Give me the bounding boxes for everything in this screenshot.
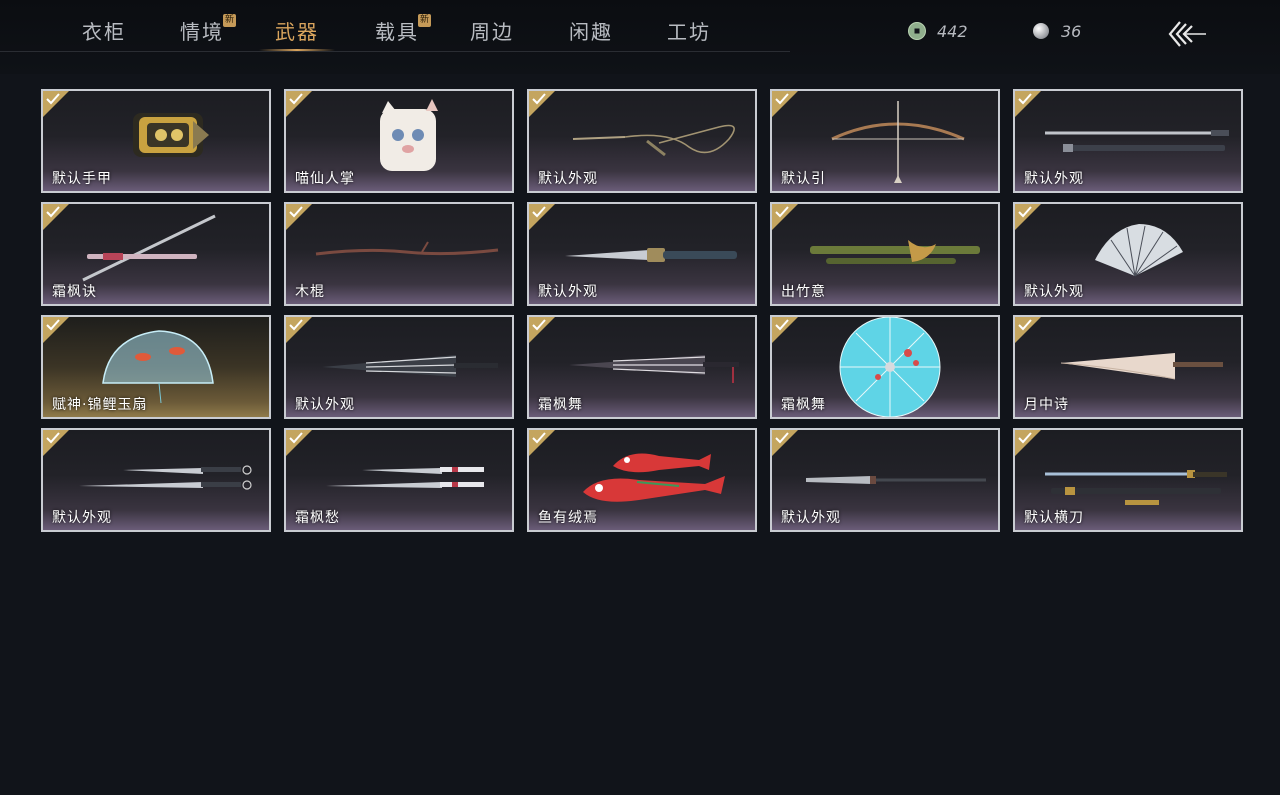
weapon-name: 出竹意: [781, 284, 826, 300]
check-icon: [46, 319, 60, 331]
check-icon: [46, 432, 60, 444]
weapon-card[interactable]: 出竹意: [770, 202, 1000, 306]
weapon-card[interactable]: 默认外观: [1013, 89, 1243, 193]
weapon-name: 霜枫舞: [538, 397, 583, 413]
tab-weapons[interactable]: 武器: [259, 16, 335, 51]
weapon-card[interactable]: 默认外观: [770, 428, 1000, 532]
weapon-name: 喵仙人掌: [295, 171, 355, 187]
tab-label: 情境: [180, 20, 224, 44]
check-icon: [1018, 432, 1032, 444]
check-icon: [289, 319, 303, 331]
weapon-card[interactable]: 默认引: [770, 89, 1000, 193]
weapon-card[interactable]: 赋神·锦鲤玉扇: [41, 315, 271, 419]
weapon-name: 默认引: [781, 171, 826, 187]
pearl-currency: 36: [1031, 20, 1081, 42]
check-icon: [1018, 319, 1032, 331]
weapon-name: 木棍: [295, 284, 325, 300]
weapon-card[interactable]: 默认外观: [41, 428, 271, 532]
tab-label: 闲趣: [569, 20, 613, 44]
weapon-name: 霜枫诀: [52, 284, 97, 300]
tab-vehicles[interactable]: 载具 新: [375, 14, 431, 50]
weapon-card[interactable]: 默认外观: [527, 89, 757, 193]
check-icon: [289, 206, 303, 218]
weapon-card[interactable]: 默认外观: [1013, 202, 1243, 306]
weapon-card[interactable]: 霜枫舞: [770, 315, 1000, 419]
check-icon: [289, 432, 303, 444]
new-badge: 新: [223, 14, 236, 27]
jade-amount: 442: [937, 21, 968, 41]
tab-label: 武器: [275, 20, 319, 44]
jade-coin-icon: [908, 22, 926, 40]
tab-label: 周边: [470, 20, 514, 44]
weapon-name: 霜枫愁: [295, 510, 340, 526]
weapon-card[interactable]: 默认外观: [527, 202, 757, 306]
weapon-card[interactable]: 霜枫愁: [284, 428, 514, 532]
tab-label: 载具: [375, 20, 419, 44]
weapon-grid: 默认手甲 喵仙人掌 默认外观 默认引 默认外观 霜枫诀 木棍 默认外观 出竹意 …: [41, 89, 1243, 532]
tab-surroundings[interactable]: 周边: [470, 16, 514, 50]
check-icon: [1018, 93, 1032, 105]
weapon-name: 默认外观: [1024, 284, 1084, 300]
pearl-icon: [1033, 23, 1049, 39]
weapon-card[interactable]: 默认手甲: [41, 89, 271, 193]
weapon-name: 霜枫舞: [781, 397, 826, 413]
weapon-name: 默认手甲: [52, 171, 112, 187]
back-arrow-icon[interactable]: [1166, 16, 1210, 52]
weapon-name: 鱼有绒焉: [538, 510, 598, 526]
check-icon: [46, 93, 60, 105]
weapon-card[interactable]: 霜枫舞: [527, 315, 757, 419]
check-icon: [775, 93, 789, 105]
weapon-name: 默认外观: [781, 510, 841, 526]
new-badge: 新: [418, 14, 431, 27]
tab-label: 工坊: [667, 20, 711, 44]
tab-workshop[interactable]: 工坊: [667, 16, 711, 50]
weapon-name: 默认外观: [538, 171, 598, 187]
weapon-name: 赋神·锦鲤玉扇: [52, 397, 148, 413]
check-icon: [46, 206, 60, 218]
weapon-card[interactable]: 霜枫诀: [41, 202, 271, 306]
weapon-card[interactable]: 木棍: [284, 202, 514, 306]
check-icon: [775, 206, 789, 218]
weapon-name: 默认外观: [1024, 171, 1084, 187]
weapon-card[interactable]: 月中诗: [1013, 315, 1243, 419]
weapon-name: 月中诗: [1024, 397, 1069, 413]
weapon-card[interactable]: 喵仙人掌: [284, 89, 514, 193]
check-icon: [532, 206, 546, 218]
jade-currency: 442: [907, 20, 968, 42]
category-tabs: 衣柜 情境 新 武器 载具 新 周边 闲趣 工坊: [0, 0, 790, 52]
weapon-name: 默认外观: [295, 397, 355, 413]
tab-scene[interactable]: 情境 新: [180, 14, 236, 50]
check-icon: [532, 93, 546, 105]
pearl-amount: 36: [1061, 21, 1082, 41]
tab-leisure[interactable]: 闲趣: [569, 16, 613, 50]
weapon-card[interactable]: 默认外观: [284, 315, 514, 419]
weapon-card[interactable]: 默认横刀: [1013, 428, 1243, 532]
check-icon: [532, 319, 546, 331]
tab-wardrobe[interactable]: 衣柜: [82, 16, 126, 50]
check-icon: [1018, 206, 1032, 218]
tab-label: 衣柜: [82, 20, 126, 44]
check-icon: [289, 93, 303, 105]
check-icon: [775, 432, 789, 444]
weapon-name: 默认外观: [52, 510, 112, 526]
check-icon: [775, 319, 789, 331]
check-icon: [532, 432, 546, 444]
weapon-card[interactable]: 鱼有绒焉: [527, 428, 757, 532]
weapon-name: 默认横刀: [1024, 510, 1084, 526]
top-bar: 衣柜 情境 新 武器 载具 新 周边 闲趣 工坊 442 36: [0, 0, 1280, 74]
weapon-name: 默认外观: [538, 284, 598, 300]
